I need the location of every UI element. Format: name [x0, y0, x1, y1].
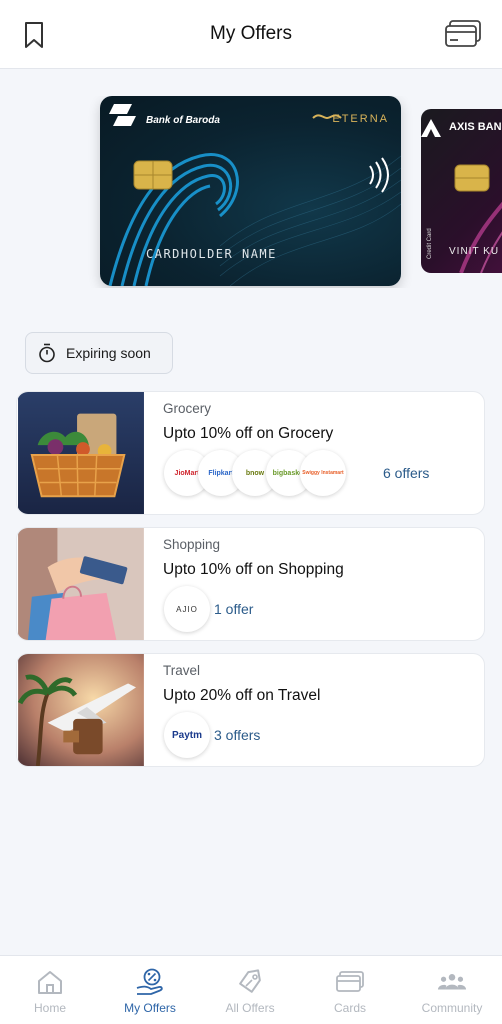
nav-label: Cards: [333, 1001, 366, 1015]
nav-label: All Offers: [225, 1001, 275, 1015]
tag-icon: [239, 969, 261, 993]
offer-category: Grocery: [163, 401, 212, 416]
bookmark-icon[interactable]: [22, 21, 46, 49]
card-variant: ETERNA: [332, 113, 389, 125]
nav-item-all-offers[interactable]: All Offers: [200, 956, 300, 1024]
card-bank-name: AXIS BAN: [449, 121, 502, 133]
nav-item-community[interactable]: Community: [402, 956, 502, 1024]
merchant-logo-swiggy: Swiggy Instamart: [300, 450, 346, 496]
offer-headline: Upto 10% off on Grocery: [163, 425, 334, 442]
card-holder-name: VINIT KU: [449, 246, 500, 257]
travel-image: [17, 654, 144, 766]
offer-headline: Upto 10% off on Shopping: [163, 561, 344, 578]
grocery-basket-image: [18, 392, 144, 514]
cards-stack-icon[interactable]: [444, 19, 482, 49]
card-type-label: Credit Card: [427, 228, 433, 259]
offer-headline: Upto 20% off on Travel: [163, 687, 321, 704]
home-icon: [38, 971, 62, 994]
offer-category: Shopping: [163, 537, 221, 552]
offer-card-shopping[interactable]: Shopping Upto 10% off on Shopping AJIO 1…: [16, 527, 485, 641]
merchant-logo-ajio: AJIO: [164, 586, 210, 632]
nav-label: Home: [33, 1001, 66, 1015]
nav-label: My Offers: [124, 1001, 176, 1015]
credit-card-bob[interactable]: Bank of Baroda ETERNA CARDHOLDER NAME: [100, 96, 401, 286]
expiring-soon-filter[interactable]: Expiring soon: [25, 332, 173, 374]
cards-icon: [336, 971, 364, 992]
card-carousel[interactable]: Bank of Baroda ETERNA CARDHOLDER NAME AX…: [0, 96, 502, 288]
merchant-logo-paytm: Paytm: [164, 712, 210, 758]
card-bank-name: Bank of Baroda: [146, 115, 220, 126]
offer-category: Travel: [163, 663, 201, 678]
nav-item-home[interactable]: Home: [0, 956, 100, 1024]
community-icon: [437, 974, 467, 990]
stopwatch-icon: [39, 343, 55, 363]
app-header: My Offers: [0, 0, 502, 69]
offer-card-travel[interactable]: Travel Upto 20% off on Travel Paytm 3 of…: [16, 653, 485, 767]
offers-count-link[interactable]: 3 offers: [214, 727, 260, 743]
nav-item-cards[interactable]: Cards: [300, 956, 400, 1024]
shopping-image: [18, 528, 144, 640]
card-holder-name: CARDHOLDER NAME: [146, 247, 277, 261]
page-title: My Offers: [210, 23, 292, 44]
credit-card-axis[interactable]: AXIS BAN VINIT KU Credit Card: [421, 109, 502, 273]
bottom-nav: Home My Offers All Offers Cards Communit…: [0, 955, 502, 1024]
nav-item-my-offers[interactable]: My Offers: [100, 956, 200, 1024]
offers-count-link[interactable]: 1 offer: [214, 601, 253, 617]
offer-card-grocery[interactable]: Grocery Upto 10% off on Grocery JioMart …: [16, 391, 485, 515]
offers-percent-icon: [136, 968, 163, 995]
nav-label: Community: [421, 1001, 483, 1015]
offers-count-link[interactable]: 6 offers: [383, 465, 429, 481]
filter-label: Expiring soon: [66, 345, 151, 361]
